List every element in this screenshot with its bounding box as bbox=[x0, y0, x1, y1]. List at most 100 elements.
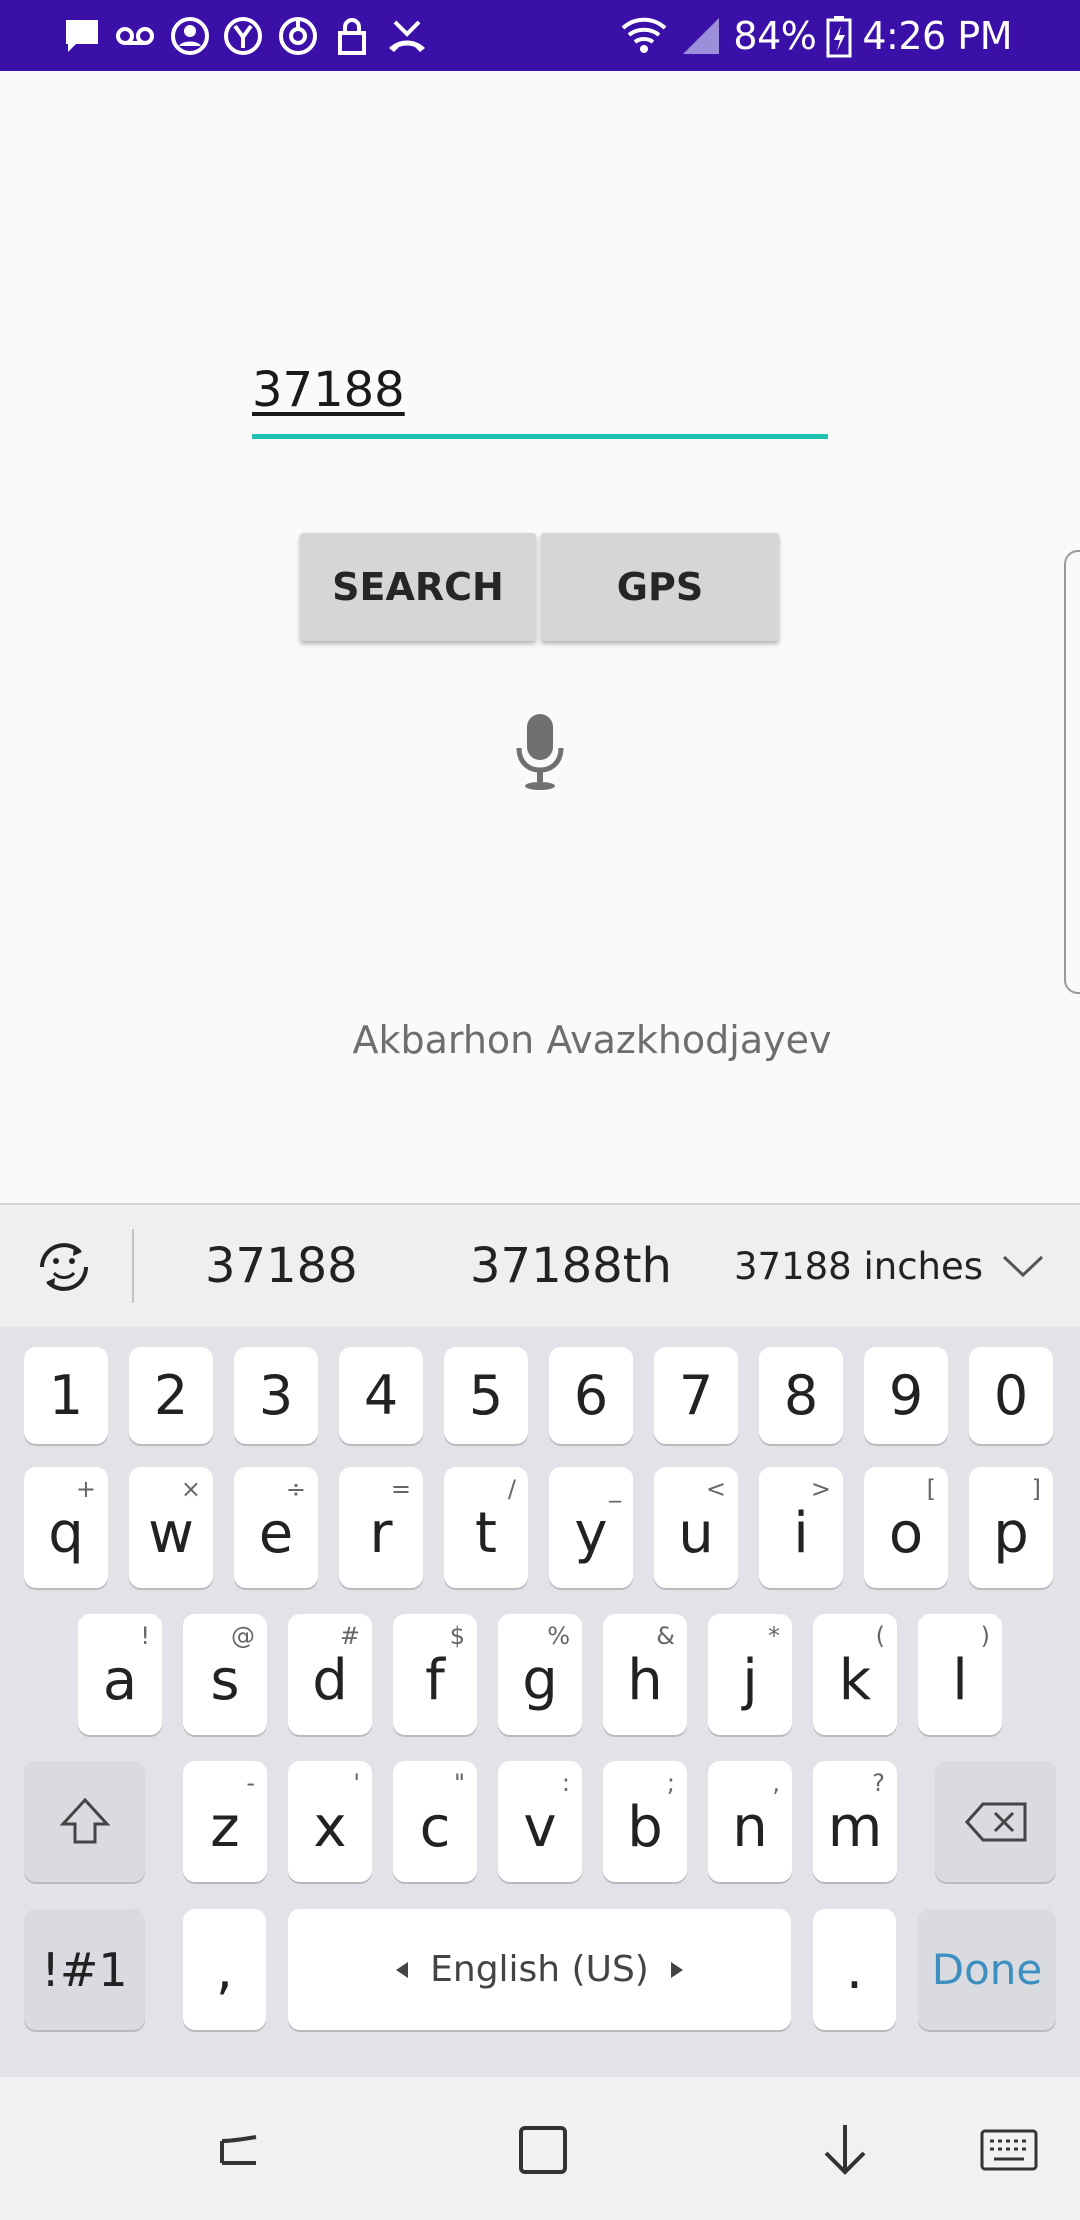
key-f[interactable]: f $ bbox=[393, 1614, 477, 1735]
key-symbol-hint: & bbox=[656, 1622, 675, 1650]
emoji-sync-icon[interactable] bbox=[30, 1233, 98, 1301]
space-language-label: English (US) bbox=[430, 1949, 649, 1990]
suggestion-3[interactable]: 37188 inches bbox=[734, 1205, 983, 1327]
microphone-icon[interactable] bbox=[514, 714, 566, 790]
key-letter: o bbox=[888, 1501, 924, 1566]
yahoo-icon bbox=[224, 17, 262, 55]
key-symbol-hint: ( bbox=[875, 1622, 885, 1650]
key-0[interactable]: 0 bbox=[969, 1347, 1053, 1444]
key-u[interactable]: u < bbox=[654, 1467, 738, 1588]
chevron-down-icon[interactable] bbox=[1000, 1249, 1046, 1283]
status-right: 84% 4:26 PM bbox=[619, 0, 1012, 71]
key-letter: v bbox=[523, 1795, 557, 1860]
key-symbol-hint: " bbox=[453, 1769, 465, 1797]
key-letter: t bbox=[475, 1501, 497, 1566]
key-c[interactable]: c " bbox=[393, 1761, 477, 1882]
key-g[interactable]: g% bbox=[498, 1614, 582, 1735]
suggestion-divider bbox=[132, 1229, 134, 1303]
key-letter: c bbox=[419, 1795, 451, 1860]
key-e[interactable]: e ÷ bbox=[234, 1467, 318, 1588]
key-z[interactable]: z- bbox=[183, 1761, 267, 1882]
key-h[interactable]: h & bbox=[603, 1614, 687, 1735]
comma-key[interactable]: , bbox=[183, 1909, 266, 2030]
key-symbol-hint: % bbox=[547, 1622, 570, 1650]
symbols-key[interactable]: !#1 bbox=[24, 1909, 145, 2030]
key-letter: h bbox=[627, 1648, 663, 1713]
key-8[interactable]: 8 bbox=[759, 1347, 843, 1444]
key-l[interactable]: l) bbox=[918, 1614, 1002, 1735]
key-4[interactable]: 4 bbox=[339, 1347, 423, 1444]
key-t[interactable]: t / bbox=[444, 1467, 528, 1588]
shift-key[interactable] bbox=[24, 1761, 145, 1882]
key-y[interactable]: y _ bbox=[549, 1467, 633, 1588]
gps-button[interactable]: GPS bbox=[541, 533, 779, 641]
key-letter: d bbox=[312, 1648, 348, 1713]
battery-percent: 84% bbox=[733, 13, 817, 58]
space-key[interactable]: English (US) bbox=[288, 1909, 791, 2030]
suggestion-2[interactable]: 37188th bbox=[470, 1205, 672, 1327]
key-7[interactable]: 7 bbox=[654, 1347, 738, 1444]
key-o[interactable]: o[ bbox=[864, 1467, 948, 1588]
done-key[interactable]: Done bbox=[918, 1909, 1056, 2030]
key-n[interactable]: n, bbox=[708, 1761, 792, 1882]
clock: 4:26 PM bbox=[862, 13, 1012, 58]
keyboard-icon[interactable] bbox=[976, 2117, 1042, 2183]
backspace-icon bbox=[964, 1802, 1026, 1841]
key-d[interactable]: d # bbox=[288, 1614, 372, 1735]
wifi-icon bbox=[622, 17, 667, 53]
key-v[interactable]: v: bbox=[498, 1761, 582, 1882]
key-symbol-hint: @ bbox=[231, 1622, 255, 1650]
key-a[interactable]: a! bbox=[78, 1614, 162, 1735]
hide-keyboard-icon[interactable] bbox=[812, 2117, 878, 2183]
key-symbol-hint: ) bbox=[980, 1622, 990, 1650]
cursor-left-icon bbox=[396, 1961, 409, 1978]
key-symbol-hint: < bbox=[705, 1475, 726, 1503]
recents-icon[interactable] bbox=[206, 2117, 272, 2183]
key-p[interactable]: p] bbox=[969, 1467, 1053, 1588]
key-letter: q bbox=[48, 1501, 84, 1566]
key-symbol-hint: : bbox=[561, 1769, 570, 1797]
backspace-key[interactable] bbox=[935, 1761, 1056, 1882]
key-k[interactable]: k( bbox=[813, 1614, 897, 1735]
key-s[interactable]: s @ bbox=[183, 1614, 267, 1735]
key-b[interactable]: b; bbox=[603, 1761, 687, 1882]
zip-code-input[interactable] bbox=[252, 355, 828, 425]
key-j[interactable]: j * bbox=[708, 1614, 792, 1735]
key-w[interactable]: w × bbox=[129, 1467, 213, 1588]
home-icon[interactable] bbox=[510, 2117, 576, 2183]
key-letter: f bbox=[425, 1648, 445, 1713]
key-3[interactable]: 3 bbox=[234, 1347, 318, 1444]
key-r[interactable]: r = bbox=[339, 1467, 423, 1588]
input-underline bbox=[252, 434, 828, 439]
suggestion-1[interactable]: 37188 bbox=[205, 1205, 358, 1327]
key-symbol-hint: - bbox=[246, 1769, 255, 1797]
key-letter: n bbox=[732, 1795, 768, 1860]
sync-icon bbox=[279, 17, 317, 55]
keyboard-suggestion-bar: 37188 37188th 37188 inches bbox=[0, 1203, 1080, 1329]
shift-arrow-icon bbox=[59, 1797, 110, 1843]
key-letter: x bbox=[313, 1795, 347, 1860]
key-i[interactable]: i > bbox=[759, 1467, 843, 1588]
key-q[interactable]: q + bbox=[24, 1467, 108, 1588]
battery-charging-icon bbox=[826, 15, 852, 57]
key-9[interactable]: 9 bbox=[864, 1347, 948, 1444]
key-letter: m bbox=[827, 1795, 883, 1860]
key-x[interactable]: x ' bbox=[288, 1761, 372, 1882]
key-5[interactable]: 5 bbox=[444, 1347, 528, 1444]
key-2[interactable]: 2 bbox=[129, 1347, 213, 1444]
key-letter: s bbox=[210, 1648, 240, 1713]
key-letter: u bbox=[678, 1501, 714, 1566]
key-m[interactable]: m? bbox=[813, 1761, 897, 1882]
key-letter: k bbox=[838, 1648, 872, 1713]
key-symbol-hint: + bbox=[75, 1475, 96, 1503]
key-symbol-hint: × bbox=[180, 1475, 201, 1503]
lock-icon bbox=[338, 18, 366, 55]
period-key[interactable]: . bbox=[813, 1909, 896, 2030]
key-letter: g bbox=[522, 1648, 558, 1713]
key-1[interactable]: 1 bbox=[24, 1347, 108, 1444]
message-icon bbox=[66, 20, 98, 52]
edge-panel-handle[interactable] bbox=[1064, 550, 1080, 994]
search-button[interactable]: SEARCH bbox=[300, 533, 536, 641]
key-6[interactable]: 6 bbox=[549, 1347, 633, 1444]
key-symbol-hint: * bbox=[768, 1622, 780, 1650]
